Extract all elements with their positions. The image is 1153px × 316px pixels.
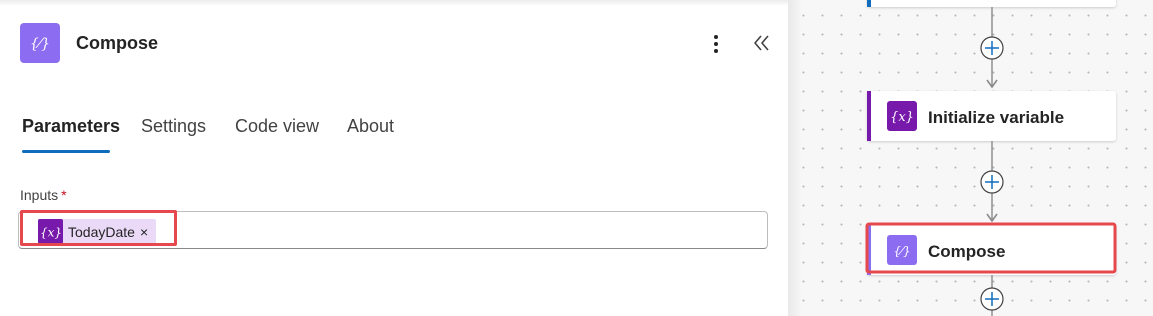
add-step-button[interactable]	[980, 36, 1004, 60]
active-tab-indicator	[22, 150, 110, 153]
token-label: TodayDate	[68, 223, 135, 240]
svg-text:{x}: {x}	[890, 110, 914, 125]
svg-text:{x}: {x}	[41, 225, 61, 239]
tab-about[interactable]: About	[347, 116, 394, 156]
collapse-panel-button[interactable]	[750, 29, 774, 57]
flow-diagram: {x} Initialize variable {⁄} Compose	[865, 0, 1117, 316]
chevron-double-left-icon	[754, 35, 769, 51]
more-vertical-icon	[714, 35, 718, 39]
panel-top-shadow	[0, 0, 788, 6]
dynamic-content-token[interactable]: {x} TodayDate ×	[38, 219, 157, 244]
flow-card-initialize-variable[interactable]: {x} Initialize variable	[867, 91, 1116, 141]
tab-settings[interactable]: Settings	[141, 116, 206, 156]
svg-text:{⁄}: {⁄}	[893, 244, 910, 258]
svg-text:{⁄}: {⁄}	[30, 36, 50, 52]
required-marker: *	[61, 187, 67, 203]
expression-icon: {⁄}	[20, 23, 60, 63]
action-details-panel: {⁄} Compose Parameters Settings Code vie…	[0, 0, 788, 316]
flow-card-label: Initialize variable	[928, 108, 1064, 127]
flow-card-compose[interactable]: {⁄} Compose	[865, 222, 1117, 275]
flow-designer-canvas[interactable]: {x} Initialize variable {⁄} Compose	[788, 0, 1153, 316]
add-step-button[interactable]	[980, 170, 1004, 194]
add-step-button[interactable]	[980, 287, 1004, 311]
variable-icon: {x}	[38, 219, 63, 244]
tab-code-view[interactable]: Code view	[235, 116, 319, 156]
flow-card-previous[interactable]	[867, 0, 1116, 7]
inputs-label: Inputs *	[20, 187, 67, 203]
panel-title: Compose	[76, 33, 159, 53]
token-remove-button[interactable]: ×	[140, 224, 148, 240]
flow-card-label: Compose	[928, 242, 1005, 261]
more-options-button[interactable]	[704, 30, 728, 58]
